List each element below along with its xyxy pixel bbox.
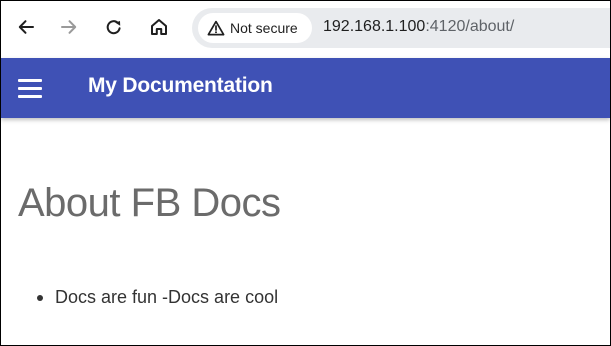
hamburger-menu-icon[interactable] <box>18 75 46 101</box>
arrow-right-icon <box>61 20 77 34</box>
browser-window: Not secure 192.168.1.100:4120/about/ My … <box>0 0 611 346</box>
menu-bar <box>18 86 42 90</box>
url-host: 192.168.1.100 <box>323 18 426 35</box>
arrow-left-icon <box>18 20 34 34</box>
forward-button[interactable] <box>53 9 85 45</box>
home-icon <box>151 19 167 35</box>
reload-icon <box>106 20 121 35</box>
security-label: Not secure <box>230 20 298 36</box>
menu-bar <box>18 78 42 82</box>
site-header: My Documentation <box>1 58 610 118</box>
list-item-text: Docs are fun -Docs are cool <box>55 287 279 307</box>
site-title[interactable]: My Documentation <box>88 74 273 98</box>
warning-triangle-icon <box>207 20 225 36</box>
back-button[interactable] <box>10 9 42 45</box>
home-button[interactable] <box>143 9 175 45</box>
list-item: Docs are fun -Docs are cool <box>35 287 278 308</box>
url-text[interactable]: 192.168.1.100:4120/about/ <box>323 18 514 36</box>
bullet-icon <box>37 295 43 301</box>
security-indicator[interactable]: Not secure <box>198 13 312 43</box>
browser-toolbar: Not secure 192.168.1.100:4120/about/ <box>1 1 610 57</box>
address-bar[interactable]: Not secure 192.168.1.100:4120/about/ <box>192 8 610 48</box>
page-title: About FB Docs <box>18 181 281 225</box>
menu-bar <box>18 94 42 98</box>
reload-button[interactable] <box>98 9 130 45</box>
url-path: :4120/about/ <box>425 18 515 35</box>
content-list: Docs are fun -Docs are cool <box>35 287 278 308</box>
